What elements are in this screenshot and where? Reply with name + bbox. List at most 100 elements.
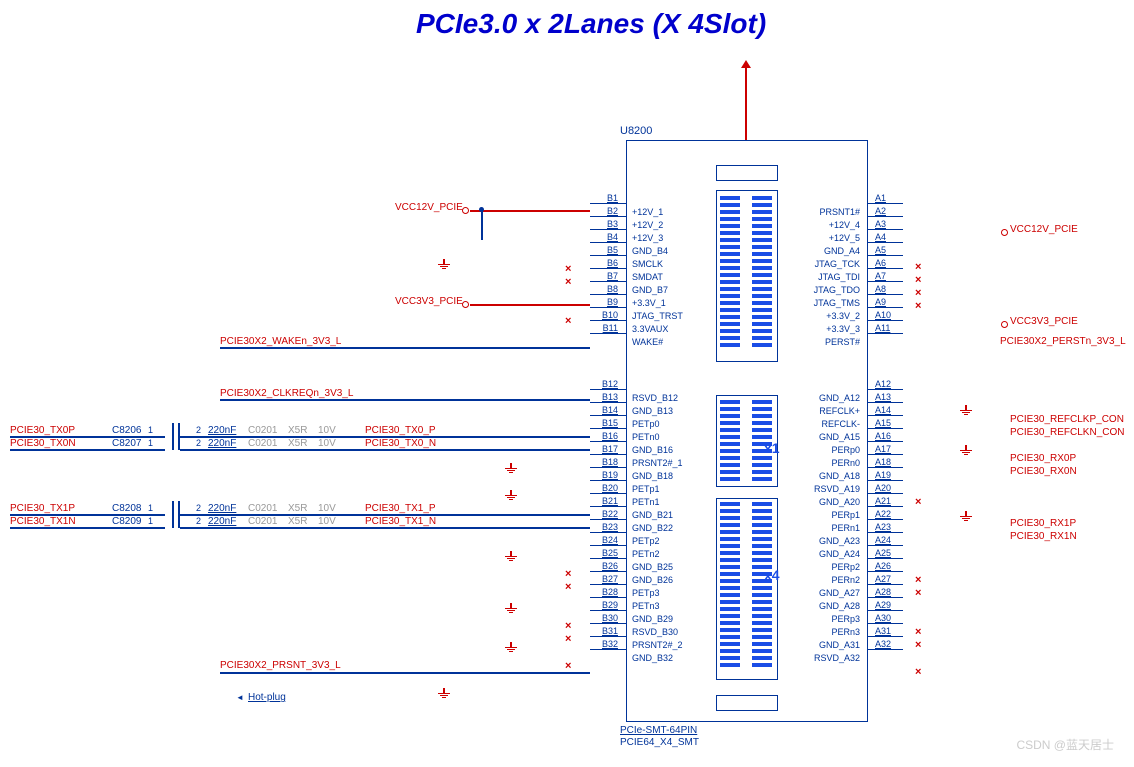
pin-num-B1: B1 <box>590 193 618 203</box>
pad-r-400-8 <box>752 456 772 460</box>
wire-12v-l <box>470 210 590 212</box>
pin-stub-B10 <box>590 320 626 321</box>
nc-b25: × <box>565 581 571 593</box>
pin-label-a-28: GND_A27 <box>798 588 860 598</box>
wire-clkreq <box>220 399 590 401</box>
pin-label-a-17: PERp0 <box>798 445 860 455</box>
cap-c8208-val: 220nF <box>208 503 236 514</box>
pin-num-A17: A17 <box>875 444 903 454</box>
c8207-p2: 2 <box>196 438 201 448</box>
pin-num-B26: B26 <box>590 561 618 571</box>
c8206-p1: 1 <box>148 425 153 435</box>
pin-stub-A18 <box>867 467 903 468</box>
pin-label-a-2: +12V_4 <box>798 220 860 230</box>
cap-c8206-sym <box>175 423 177 437</box>
pin-stub-A20 <box>867 493 903 494</box>
pin-stub-B21 <box>590 506 626 507</box>
pin-label-b-20: PETp1 <box>632 484 660 494</box>
pin-num-A5: A5 <box>875 245 903 255</box>
pin-stub-A32 <box>867 649 903 650</box>
pin-num-A3: A3 <box>875 219 903 229</box>
cap-c8207-val: 220nF <box>208 438 236 449</box>
pad-l-502-20 <box>720 642 740 646</box>
pad-r-502-9 <box>752 565 772 569</box>
pad-r-400-11 <box>752 477 772 481</box>
pin-label-b-16: PETn0 <box>632 432 660 442</box>
pin-stub-A28 <box>867 597 903 598</box>
pad-l-502-6 <box>720 544 740 548</box>
pad-r-502-19 <box>752 635 772 639</box>
pad-l-196-2 <box>720 210 740 214</box>
pin-label-a-23: PERn1 <box>798 523 860 533</box>
pin-label-a-8: JTAG_TMS <box>798 298 860 308</box>
pin-num-B9: B9 <box>590 297 618 307</box>
pin-stub-A14 <box>867 415 903 416</box>
pad-r-400-5 <box>752 435 772 439</box>
nc-a9: × <box>915 300 921 312</box>
pin-stub-A7 <box>867 281 903 282</box>
pin-label-b-21: PETn1 <box>632 497 660 507</box>
pad-r-502-18 <box>752 628 772 632</box>
pad-l-400-3 <box>720 421 740 425</box>
pin-stub-A8 <box>867 294 903 295</box>
pad-r-502-7 <box>752 551 772 555</box>
pin-num-B23: B23 <box>590 522 618 532</box>
pin-num-A1: A1 <box>875 193 903 203</box>
pad-l-196-1 <box>720 203 740 207</box>
pad-r-196-10 <box>752 266 772 270</box>
pad-l-400-7 <box>720 449 740 453</box>
pin-label-a-22: PERp1 <box>798 510 860 520</box>
pin-label-a-18: PERn0 <box>798 458 860 468</box>
pin-num-A2: A2 <box>875 206 903 216</box>
pad-r-400-10 <box>752 470 772 474</box>
pin-label-b-6: SMDAT <box>632 272 663 282</box>
pad-r-196-13 <box>752 287 772 291</box>
pad-r-502-4 <box>752 530 772 534</box>
wire-tx0p-b <box>180 436 590 438</box>
net-tx0p-l: PCIE30_TX0P <box>10 425 75 436</box>
pad-r-196-15 <box>752 301 772 305</box>
pin-num-B14: B14 <box>590 405 618 415</box>
pad-l-502-2 <box>720 516 740 520</box>
pin-label-b-32: PRSNT2#_2 <box>632 640 683 650</box>
pin-label-a-26: PERp2 <box>798 562 860 572</box>
c8206-die: X5R <box>288 425 307 436</box>
pin-label-b-22: GND_B21 <box>632 510 673 520</box>
pin-stub-B4 <box>590 242 626 243</box>
cap-c8209-val: 220nF <box>208 516 236 527</box>
nc-a8: × <box>915 287 921 299</box>
wire-tx0n-a <box>10 449 165 451</box>
pad-r-502-17 <box>752 621 772 625</box>
pin-label-b-9: JTAG_TRST <box>632 311 683 321</box>
pin-label-b-7: GND_B7 <box>632 285 668 295</box>
pad-l-502-8 <box>720 558 740 562</box>
wire-wake <box>220 347 590 349</box>
nc-a27: × <box>915 587 921 599</box>
pad-r-502-5 <box>752 537 772 541</box>
pin-num-B29: B29 <box>590 600 618 610</box>
pad-r-502-22 <box>752 656 772 660</box>
pin-label-a-11: PERST# <box>798 337 860 347</box>
pin-label-b-25: PETn2 <box>632 549 660 559</box>
pin-stub-B7 <box>590 281 626 282</box>
net-rx0n: PCIE30_RX0N <box>1010 466 1077 477</box>
pin-num-A29: A29 <box>875 600 903 610</box>
pad-l-502-15 <box>720 607 740 611</box>
pin-label-b-3: +12V_3 <box>632 233 663 243</box>
pin-num-B15: B15 <box>590 418 618 428</box>
pin-label-a-13: GND_A12 <box>798 393 860 403</box>
pin-num-B22: B22 <box>590 509 618 519</box>
pin-num-B10: B10 <box>590 310 618 320</box>
pin-stub-B31 <box>590 636 626 637</box>
pad-l-502-16 <box>720 614 740 618</box>
pin-stub-B8 <box>590 294 626 295</box>
wire-tx1n-a <box>10 527 165 529</box>
wire-3v3-l <box>470 304 590 306</box>
pin-label-b-2: +12V_2 <box>632 220 663 230</box>
pin-stub-B6 <box>590 268 626 269</box>
component-ref: U8200 <box>620 125 652 137</box>
pin-label-a-33: RSVD_A32 <box>798 653 860 663</box>
pin-stub-A27 <box>867 584 903 585</box>
c8207-p1: 1 <box>148 438 153 448</box>
pin-num-A14: A14 <box>875 405 903 415</box>
